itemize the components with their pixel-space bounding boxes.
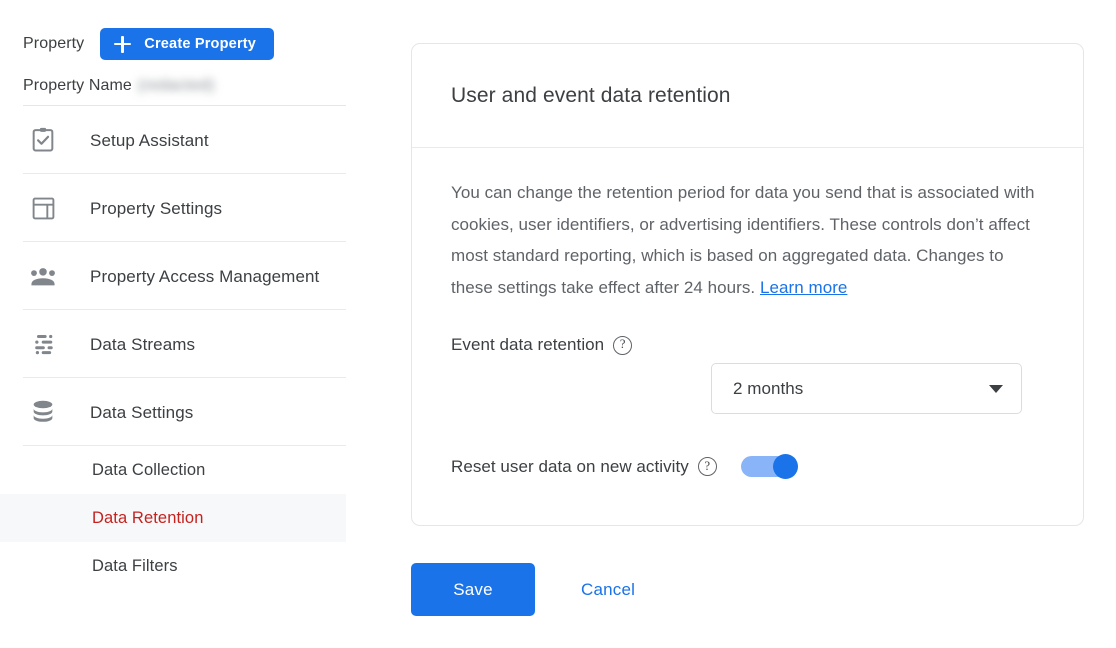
sidebar-item-property-access-management[interactable]: Property Access Management: [0, 242, 360, 310]
card-description: You can change the retention period for …: [451, 177, 1041, 303]
app-root: Property Create Property Property Name (…: [0, 0, 1116, 648]
sidebar-item-label: Data Settings: [90, 401, 193, 424]
toggle-thumb: [773, 454, 798, 479]
event-retention-value: 2 months: [733, 379, 989, 399]
main-content: User and event data retention You can ch…: [360, 0, 1116, 648]
reset-user-data-row: Reset user data on new activity ?: [451, 455, 798, 478]
data-retention-card: User and event data retention You can ch…: [411, 43, 1084, 526]
reset-user-data-label: Reset user data on new activity ?: [451, 457, 717, 477]
sidebar-subitem-data-retention[interactable]: Data Retention: [0, 494, 360, 542]
reset-user-data-toggle[interactable]: [741, 455, 798, 478]
sidebar: Property Create Property Property Name (…: [0, 0, 360, 648]
plus-icon: [114, 36, 131, 53]
card-body: You can change the retention period for …: [412, 148, 1083, 355]
card-header: User and event data retention: [412, 44, 1083, 148]
create-property-label: Create Property: [144, 36, 256, 52]
sidebar-subitem-label: Data Collection: [92, 461, 205, 480]
sidebar-item-data-settings[interactable]: Data Settings: [0, 378, 360, 446]
sidebar-item-label: Setup Assistant: [90, 129, 209, 152]
page-title: User and event data retention: [451, 84, 731, 108]
sidebar-item-label: Property Access Management: [90, 265, 319, 288]
property-header: Property Create Property: [23, 28, 274, 60]
help-icon[interactable]: ?: [613, 336, 632, 355]
chevron-down-icon: [989, 385, 1003, 393]
event-retention-label-text: Event data retention: [451, 335, 604, 355]
reset-user-data-label-text: Reset user data on new activity: [451, 457, 689, 477]
save-button[interactable]: Save: [411, 563, 535, 616]
help-icon[interactable]: ?: [698, 457, 717, 476]
sidebar-item-data-streams[interactable]: Data Streams: [0, 310, 360, 378]
sidebar-subitem-label: Data Retention: [92, 509, 203, 528]
clipboard-check-icon: [28, 125, 58, 155]
cancel-button[interactable]: Cancel: [567, 570, 649, 610]
form-actions: Save Cancel: [411, 563, 649, 616]
sidebar-item-property-settings[interactable]: Property Settings: [0, 174, 360, 242]
learn-more-link[interactable]: Learn more: [760, 278, 847, 297]
sidebar-subitem-label: Data Filters: [92, 557, 178, 576]
group-people-icon: [28, 261, 58, 291]
sidebar-scrollbar-track[interactable]: [346, 0, 360, 648]
layout-icon: [28, 193, 58, 223]
sidebar-item-label: Data Streams: [90, 333, 195, 356]
card-description-text: You can change the retention period for …: [451, 183, 1035, 297]
sidebar-subitem-data-filters[interactable]: Data Filters: [0, 542, 360, 590]
property-name-label: Property Name: [23, 77, 132, 95]
create-property-button[interactable]: Create Property: [100, 28, 274, 60]
property-name-row: Property Name (redacted): [23, 77, 353, 95]
sidebar-subitem-data-collection[interactable]: Data Collection: [0, 446, 360, 494]
event-retention-select[interactable]: 2 months: [711, 363, 1022, 414]
sidebar-item-setup-assistant[interactable]: Setup Assistant: [0, 106, 360, 174]
data-streams-icon: [28, 329, 58, 359]
event-retention-label: Event data retention ?: [451, 335, 632, 355]
sidebar-nav-list: Setup Assistant Property Settings: [0, 106, 360, 590]
sidebar-item-label: Property Settings: [90, 197, 222, 220]
property-label: Property: [23, 35, 84, 53]
event-retention-row: Event data retention ?: [451, 335, 1044, 355]
database-icon: [28, 397, 58, 427]
property-name-value: (redacted): [138, 77, 215, 95]
